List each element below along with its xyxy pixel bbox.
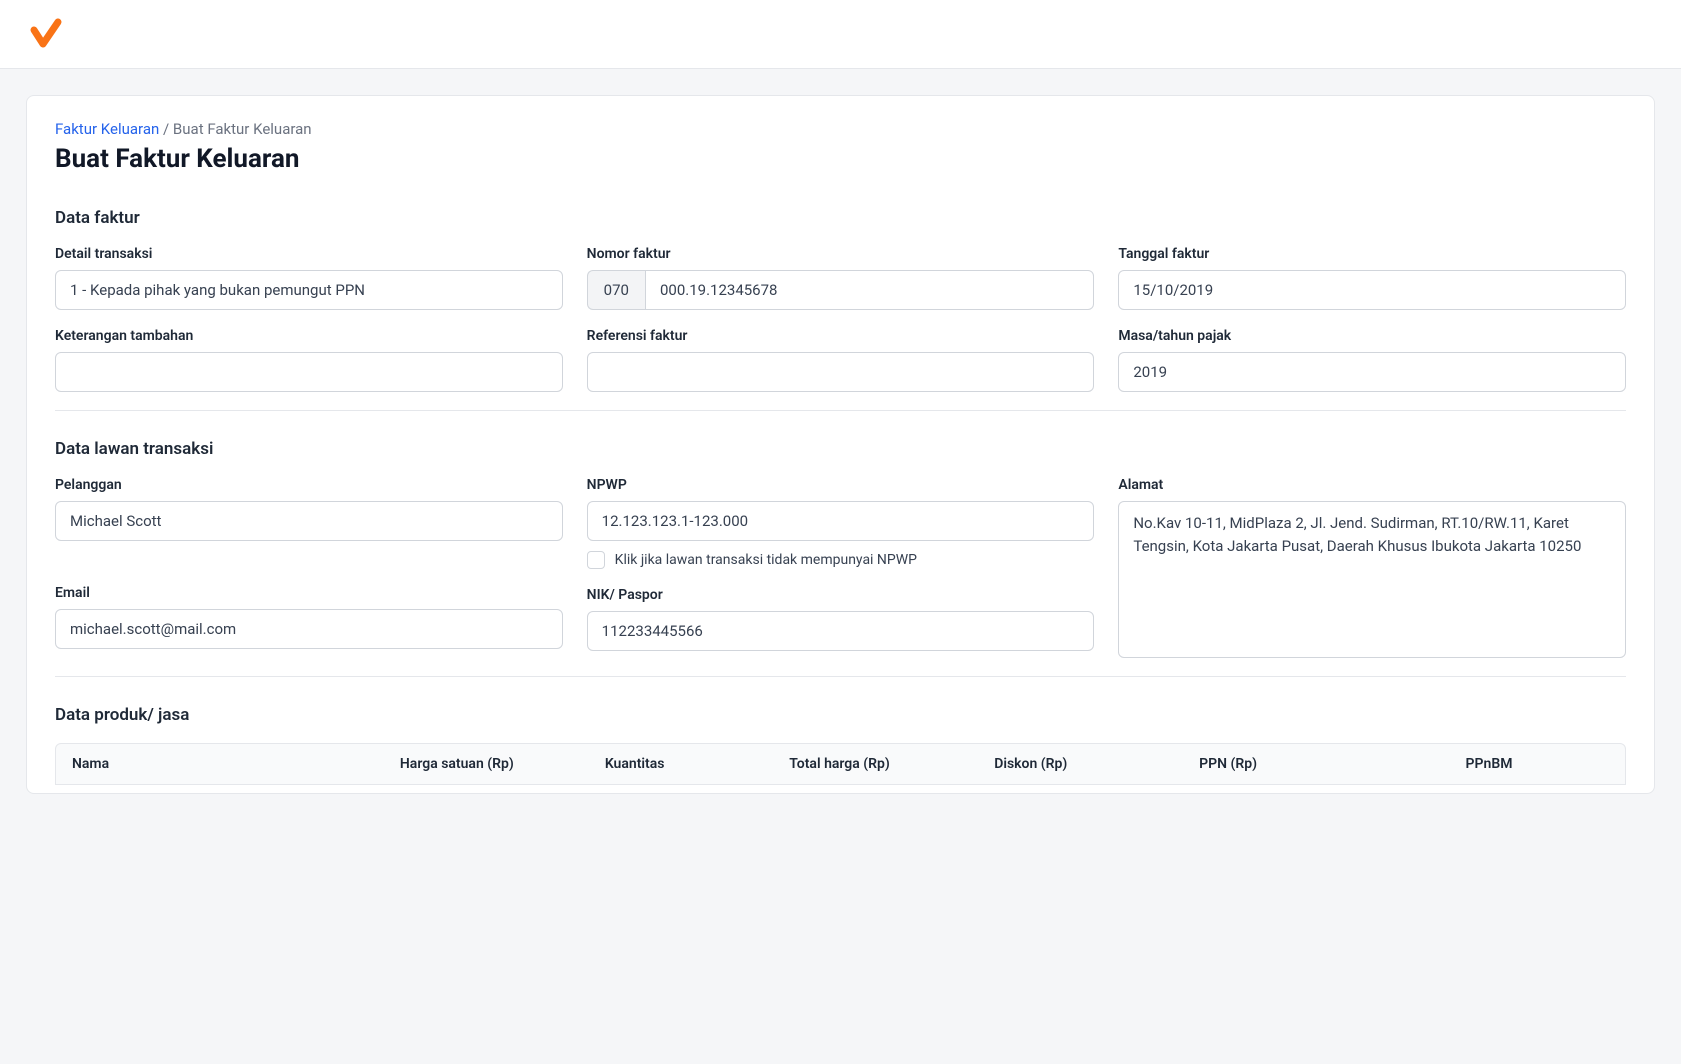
section-title-data-produk: Data produk/ jasa: [55, 705, 1626, 725]
page-title: Buat Faktur Keluaran: [55, 144, 1626, 174]
label-tanggal-faktur: Tanggal faktur: [1118, 246, 1626, 262]
field-pelanggan: Pelanggan Email: [55, 477, 563, 649]
breadcrumb-separator: /: [159, 120, 173, 138]
label-nomor-faktur: Nomor faktur: [587, 246, 1095, 262]
breadcrumb: Faktur Keluaran / Buat Faktur Keluaran: [55, 120, 1626, 138]
checkbox-no-npwp[interactable]: [587, 551, 605, 569]
label-masa-tahun-pajak: Masa/tahun pajak: [1118, 328, 1626, 344]
th-nama: Nama: [72, 756, 400, 772]
input-nomor-faktur[interactable]: [645, 270, 1094, 310]
section-title-data-lawan: Data lawan transaksi: [55, 439, 1626, 459]
breadcrumb-root-link[interactable]: Faktur Keluaran: [55, 120, 159, 138]
section-divider-2: [55, 676, 1626, 677]
field-keterangan-tambahan: Keterangan tambahan: [55, 328, 563, 392]
product-table-header: Nama Harga satuan (Rp) Kuantitas Total h…: [55, 743, 1626, 785]
checkbox-no-npwp-label: Klik jika lawan transaksi tidak mempunya…: [615, 552, 917, 568]
input-detail-transaksi[interactable]: [55, 270, 563, 310]
label-keterangan-tambahan: Keterangan tambahan: [55, 328, 563, 344]
label-referensi-faktur: Referensi faktur: [587, 328, 1095, 344]
field-tanggal-faktur: Tanggal faktur: [1118, 246, 1626, 310]
th-harga-satuan: Harga satuan (Rp): [400, 756, 605, 772]
breadcrumb-current: Buat Faktur Keluaran: [173, 120, 312, 138]
field-detail-transaksi: Detail transaksi: [55, 246, 563, 310]
input-masa-tahun-pajak[interactable]: [1118, 352, 1626, 392]
field-masa-tahun-pajak: Masa/tahun pajak: [1118, 328, 1626, 392]
input-keterangan-tambahan[interactable]: [55, 352, 563, 392]
input-tanggal-faktur[interactable]: [1118, 270, 1626, 310]
section-title-data-faktur: Data faktur: [55, 208, 1626, 228]
app-header: [0, 0, 1681, 69]
th-ppn: PPN (Rp): [1199, 756, 1465, 772]
input-npwp[interactable]: [587, 501, 1095, 541]
input-email[interactable]: [55, 609, 563, 649]
label-pelanggan: Pelanggan: [55, 477, 563, 493]
field-nomor-faktur: Nomor faktur 070: [587, 246, 1095, 310]
th-ppnbm: PPnBM: [1466, 756, 1609, 772]
input-pelanggan[interactable]: [55, 501, 563, 541]
label-alamat: Alamat: [1118, 477, 1626, 493]
th-diskon: Diskon (Rp): [994, 756, 1199, 772]
section-divider: [55, 410, 1626, 411]
label-email: Email: [55, 585, 563, 601]
label-nik-paspor: NIK/ Paspor: [587, 587, 1095, 603]
field-alamat: Alamat: [1118, 477, 1626, 658]
nomor-faktur-prefix: 070: [587, 270, 645, 310]
th-kuantitas: Kuantitas: [605, 756, 789, 772]
logo-icon: [28, 16, 64, 52]
label-detail-transaksi: Detail transaksi: [55, 246, 563, 262]
label-npwp: NPWP: [587, 477, 1095, 493]
input-alamat[interactable]: [1118, 501, 1626, 658]
field-referensi-faktur: Referensi faktur: [587, 328, 1095, 392]
form-card: Faktur Keluaran / Buat Faktur Keluaran B…: [26, 95, 1655, 794]
content-area: Faktur Keluaran / Buat Faktur Keluaran B…: [0, 69, 1681, 820]
th-total-harga: Total harga (Rp): [789, 756, 994, 772]
input-nik-paspor[interactable]: [587, 611, 1095, 651]
field-npwp: NPWP Klik jika lawan transaksi tidak mem…: [587, 477, 1095, 651]
input-referensi-faktur[interactable]: [587, 352, 1095, 392]
